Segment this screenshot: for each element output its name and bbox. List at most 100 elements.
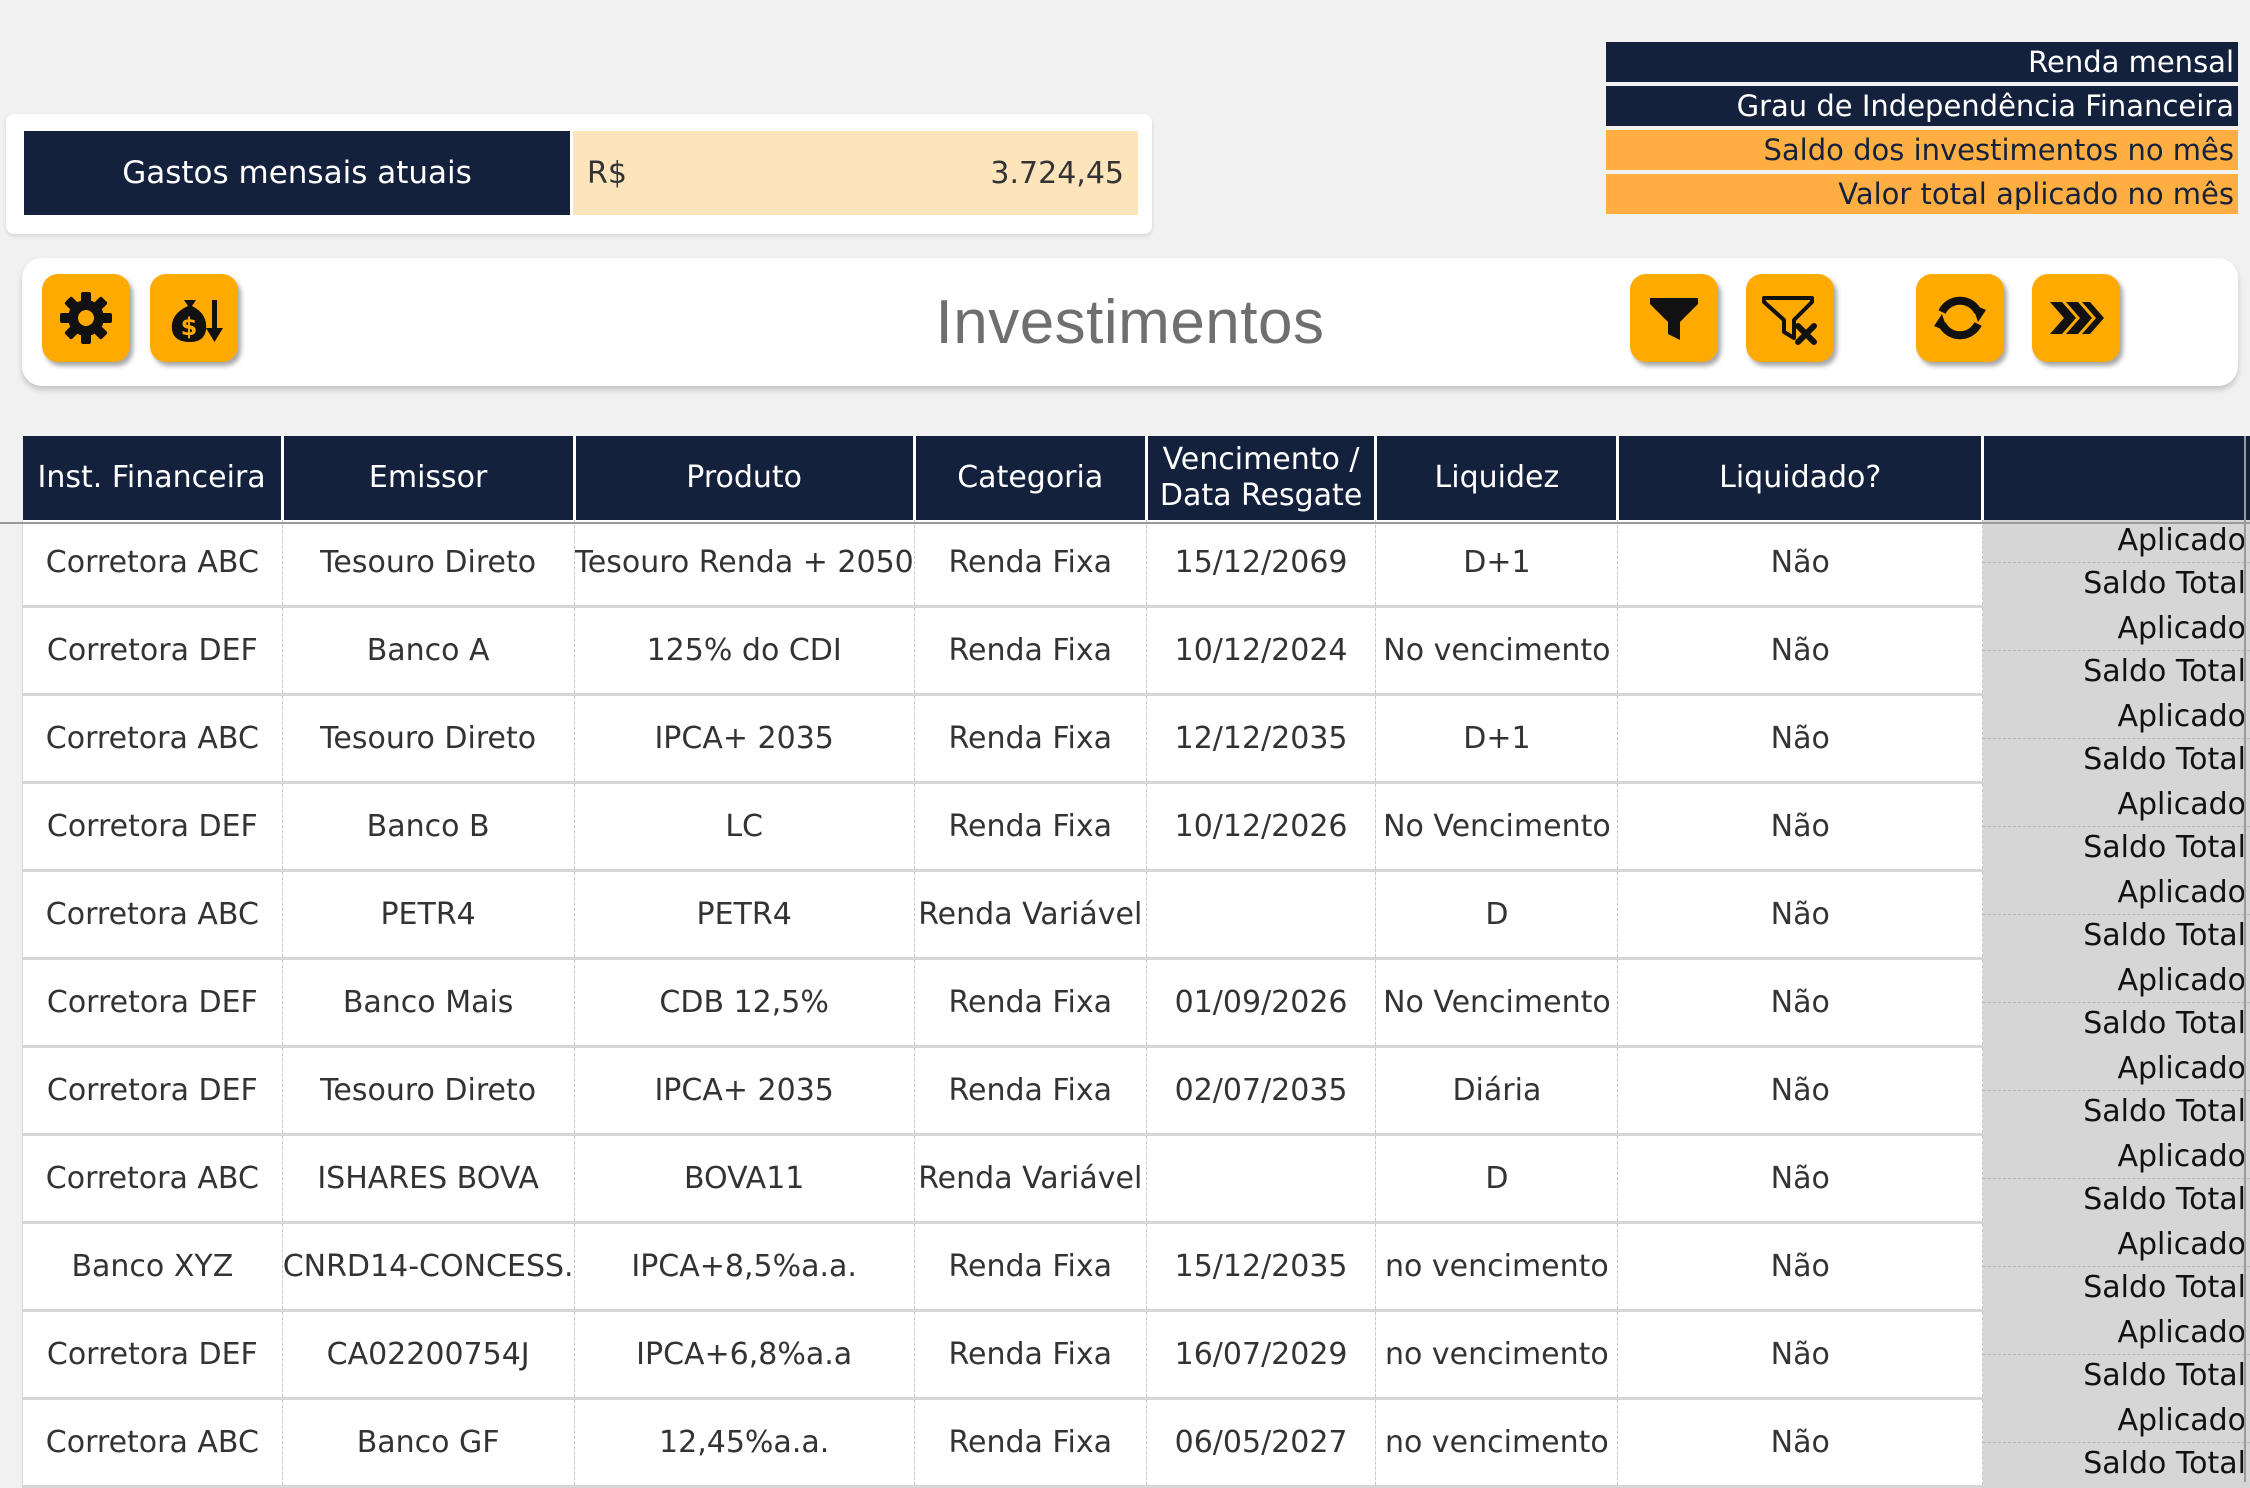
next-button[interactable] [2032,274,2120,362]
cell-emissor[interactable]: Tesouro Direto [282,1047,574,1135]
cell-inst-financeira[interactable]: Corretora ABC [23,1399,283,1487]
cell-liquidado[interactable]: Não [1618,1399,1983,1487]
cell-inst-financeira[interactable]: Banco XYZ [23,1223,283,1311]
cell-categoria[interactable]: Renda Variável [914,1135,1146,1223]
cell-inst-financeira[interactable]: Corretora DEF [23,1047,283,1135]
cell-vencimento[interactable] [1146,1135,1376,1223]
cell-liquidado[interactable]: Não [1618,607,1983,695]
saldo-total-label: Saldo Total [1983,1443,2250,1485]
cell-liquidado[interactable]: Não [1618,1311,1983,1399]
cell-inst-financeira[interactable]: Corretora ABC [23,1135,283,1223]
cell-liquidez[interactable]: no vencimento [1376,1311,1618,1399]
cell-vencimento[interactable]: 01/09/2026 [1146,959,1376,1047]
fast-forward-icon [2044,286,2108,350]
clear-filter-icon [1758,286,1822,350]
cell-produto[interactable]: IPCA+8,5%a.a. [574,1223,914,1311]
cell-produto[interactable]: PETR4 [574,871,914,959]
cell-emissor[interactable]: Tesouro Direto [282,520,574,607]
cell-side-labels: AplicadoSaldo Total [1983,1047,2250,1135]
cell-liquidado[interactable]: Não [1618,1223,1983,1311]
cell-liquidez[interactable]: No Vencimento [1376,959,1618,1047]
cell-inst-financeira[interactable]: Corretora DEF [23,959,283,1047]
cell-categoria[interactable]: Renda Fixa [914,1311,1146,1399]
cell-categoria[interactable]: Renda Fixa [914,1399,1146,1487]
aplicado-label: Aplicado [1983,696,2250,739]
cell-emissor[interactable]: CNRD14-CONCESS. [282,1223,574,1311]
cell-vencimento[interactable]: 10/12/2024 [1146,607,1376,695]
cell-inst-financeira[interactable]: Corretora DEF [23,1311,283,1399]
cell-produto[interactable]: LC [574,783,914,871]
cell-vencimento[interactable]: 02/07/2035 [1146,1047,1376,1135]
cell-liquidado[interactable]: Não [1618,871,1983,959]
cell-emissor[interactable]: Banco A [282,607,574,695]
cell-categoria[interactable]: Renda Fixa [914,695,1146,783]
cell-liquidez[interactable]: D+1 [1376,520,1618,607]
cell-liquidez[interactable]: Diária [1376,1047,1618,1135]
cell-categoria[interactable]: Renda Fixa [914,783,1146,871]
col-header-liquidado[interactable]: Liquidado? [1618,436,1983,520]
cell-liquidado[interactable]: Não [1618,783,1983,871]
cell-liquidez[interactable]: D [1376,1135,1618,1223]
cell-produto[interactable]: CDB 12,5% [574,959,914,1047]
col-header-liquidez[interactable]: Liquidez [1376,436,1618,520]
saldo-total-label: Saldo Total [1983,1355,2250,1397]
cell-liquidado[interactable]: Não [1618,1047,1983,1135]
cell-inst-financeira[interactable]: Corretora DEF [23,607,283,695]
cell-vencimento[interactable]: 12/12/2035 [1146,695,1376,783]
table-row: Corretora ABCTesouro DiretoTesouro Renda… [23,520,2250,607]
cell-vencimento[interactable]: 06/05/2027 [1146,1399,1376,1487]
cell-produto[interactable]: 125% do CDI [574,607,914,695]
cell-inst-financeira[interactable]: Corretora DEF [23,783,283,871]
cell-vencimento[interactable]: 15/12/2069 [1146,520,1376,607]
cell-liquidez[interactable]: no vencimento [1376,1223,1618,1311]
cell-produto[interactable]: Tesouro Renda + 2050 [574,520,914,607]
col-header-vencimento[interactable]: Vencimento / Data Resgate [1146,436,1376,520]
cell-vencimento[interactable]: 16/07/2029 [1146,1311,1376,1399]
cell-liquidez[interactable]: no vencimento [1376,1399,1618,1487]
cell-emissor[interactable]: Tesouro Direto [282,695,574,783]
filter-button[interactable] [1630,274,1718,362]
cell-side-labels: AplicadoSaldo Total [1983,607,2250,695]
cell-categoria[interactable]: Renda Fixa [914,959,1146,1047]
saldo-total-label: Saldo Total [1983,651,2250,693]
settings-button[interactable] [42,274,130,362]
cell-liquidado[interactable]: Não [1618,1135,1983,1223]
cell-liquidez[interactable]: D+1 [1376,695,1618,783]
col-header-categoria[interactable]: Categoria [914,436,1146,520]
cell-categoria[interactable]: Renda Fixa [914,1223,1146,1311]
cell-vencimento[interactable]: 10/12/2026 [1146,783,1376,871]
cell-liquidez[interactable]: No Vencimento [1376,783,1618,871]
col-header-produto[interactable]: Produto [574,436,914,520]
cell-vencimento[interactable] [1146,871,1376,959]
cell-produto[interactable]: 12,45%a.a. [574,1399,914,1487]
cell-emissor[interactable]: Banco Mais [282,959,574,1047]
cell-categoria[interactable]: Renda Fixa [914,1047,1146,1135]
gastos-value-cell[interactable]: R$ 3.724,45 [573,131,1138,215]
cell-liquidez[interactable]: D [1376,871,1618,959]
cell-emissor[interactable]: CA02200754J [282,1311,574,1399]
cell-liquidado[interactable]: Não [1618,520,1983,607]
cell-categoria[interactable]: Renda Fixa [914,520,1146,607]
cell-produto[interactable]: BOVA11 [574,1135,914,1223]
col-header-inst-financeira[interactable]: Inst. Financeira [23,436,283,520]
clear-filter-button[interactable] [1746,274,1834,362]
cell-liquidado[interactable]: Não [1618,695,1983,783]
cell-categoria[interactable]: Renda Fixa [914,607,1146,695]
col-header-emissor[interactable]: Emissor [282,436,574,520]
cell-emissor[interactable]: ISHARES BOVA [282,1135,574,1223]
cell-liquidado[interactable]: Não [1618,959,1983,1047]
cell-emissor[interactable]: Banco B [282,783,574,871]
cell-inst-financeira[interactable]: Corretora ABC [23,695,283,783]
cell-vencimento[interactable]: 15/12/2035 [1146,1223,1376,1311]
cell-inst-financeira[interactable]: Corretora ABC [23,871,283,959]
cell-produto[interactable]: IPCA+ 2035 [574,695,914,783]
money-withdraw-button[interactable]: $ [150,274,238,362]
cell-liquidez[interactable]: No vencimento [1376,607,1618,695]
cell-emissor[interactable]: PETR4 [282,871,574,959]
refresh-button[interactable] [1916,274,2004,362]
cell-produto[interactable]: IPCA+ 2035 [574,1047,914,1135]
cell-inst-financeira[interactable]: Corretora ABC [23,520,283,607]
cell-emissor[interactable]: Banco GF [282,1399,574,1487]
cell-categoria[interactable]: Renda Variável [914,871,1146,959]
cell-produto[interactable]: IPCA+6,8%a.a [574,1311,914,1399]
